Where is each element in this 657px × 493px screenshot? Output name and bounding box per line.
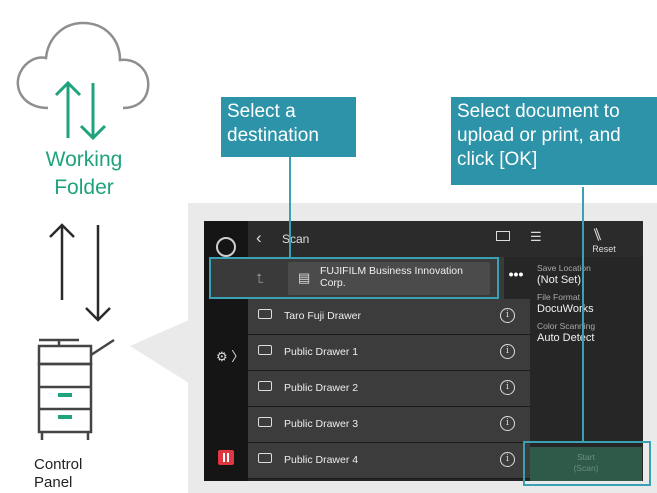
filter-icon[interactable]: ☰ xyxy=(530,229,542,245)
drawer-label: Public Drawer 1 xyxy=(284,346,359,358)
info-icon[interactable]: i xyxy=(500,308,515,323)
color-scanning-label: Color Scanning xyxy=(537,321,596,331)
drawer-label: Public Drawer 3 xyxy=(284,418,359,430)
more-button[interactable]: ••• xyxy=(505,258,527,296)
save-location-value[interactable]: (Not Set) xyxy=(537,274,581,286)
drawer-icon xyxy=(258,345,272,355)
drawer-icon xyxy=(258,309,272,319)
reset-button[interactable]: Reset xyxy=(588,244,620,254)
drawer-icon xyxy=(258,453,272,463)
color-scanning-value[interactable]: Auto Detect xyxy=(537,332,594,344)
callout-connector xyxy=(582,187,584,441)
sync-arrows-icon xyxy=(49,223,111,322)
cloud-icon xyxy=(16,21,150,141)
list-item[interactable]: Public Drawer 1 i xyxy=(248,335,530,371)
folder-icon[interactable] xyxy=(496,231,510,241)
info-icon[interactable]: i xyxy=(500,416,515,431)
callout-connector xyxy=(289,157,291,257)
file-format-label: File Format xyxy=(537,292,580,302)
list-item[interactable]: Public Drawer 4 i xyxy=(248,443,530,479)
destination-callout: Select a destination xyxy=(221,97,356,157)
drawer-list: Taro Fuji Drawer i Public Drawer 1 i Pub… xyxy=(248,299,530,479)
working-folder-label: Working Folder xyxy=(45,148,123,199)
pause-button[interactable] xyxy=(218,450,234,465)
drawer-label: Public Drawer 2 xyxy=(284,382,359,394)
file-format-value[interactable]: DocuWorks xyxy=(537,303,594,315)
control-panel-label: Control Panel xyxy=(34,456,83,491)
list-item[interactable]: Public Drawer 2 i xyxy=(248,371,530,407)
drawer-label: Taro Fuji Drawer xyxy=(284,310,362,322)
list-item[interactable]: Public Drawer 3 i xyxy=(248,407,530,443)
document-callout: Select document to upload or print, and … xyxy=(451,97,657,185)
back-icon[interactable]: ‹ xyxy=(256,228,262,248)
page-title: Scan xyxy=(282,232,310,246)
zoom-wedge xyxy=(130,315,200,390)
info-icon[interactable]: i xyxy=(500,380,515,395)
drawer-icon xyxy=(258,417,272,427)
settings-icon[interactable]: ⚙ 〉 xyxy=(216,346,244,365)
drawer-icon xyxy=(258,381,272,391)
info-icon[interactable]: i xyxy=(500,344,515,359)
destination-highlight xyxy=(209,257,499,299)
drawer-label: Public Drawer 4 xyxy=(284,454,359,466)
start-highlight xyxy=(523,441,651,486)
list-item[interactable]: Taro Fuji Drawer i xyxy=(248,299,530,335)
user-icon[interactable] xyxy=(216,237,236,257)
printer-icon xyxy=(37,338,115,440)
info-icon[interactable]: i xyxy=(500,452,515,467)
